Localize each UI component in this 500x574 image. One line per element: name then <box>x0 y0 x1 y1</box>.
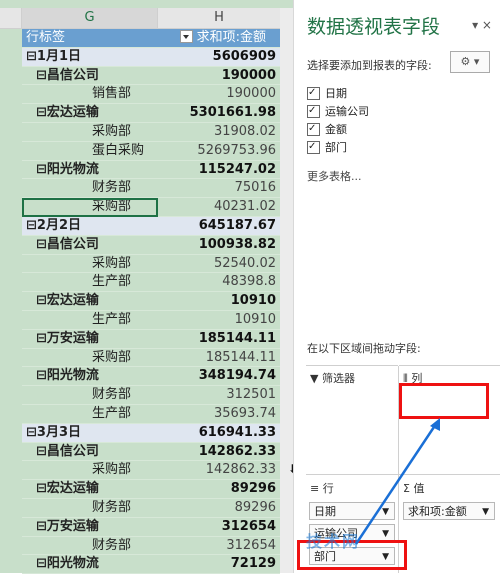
watermark: 技术网 <box>306 532 361 551</box>
drag-arrow-overlay <box>354 418 440 545</box>
drag-arrow-line <box>354 423 438 545</box>
